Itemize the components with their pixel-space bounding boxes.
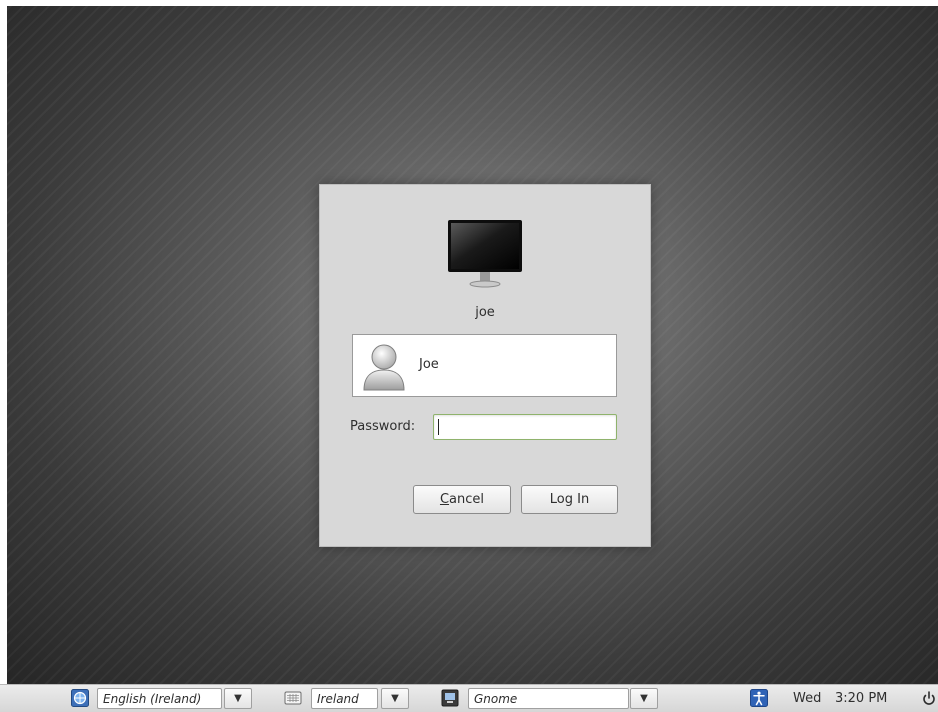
text-cursor xyxy=(438,419,439,435)
login-dialog: joe Joe Password: C ancel Log In xyxy=(319,184,651,547)
login-button[interactable]: Log In xyxy=(521,485,618,514)
password-label: Password: xyxy=(350,419,416,434)
session-icon xyxy=(441,689,459,707)
keyboard-layout-value: Ireland xyxy=(317,691,359,706)
clock-time: 3:20 PM xyxy=(835,691,888,706)
host-name-label: joe xyxy=(475,305,495,320)
cancel-button-label: ancel xyxy=(449,492,485,507)
desktop-background: joe Joe Password: C ancel Log In xyxy=(7,6,938,684)
login-button-label: Log In xyxy=(549,492,590,507)
language-dropdown-button[interactable]: ▼ xyxy=(224,688,252,709)
keyboard-dropdown-button[interactable]: ▼ xyxy=(381,688,409,709)
clock-day: Wed xyxy=(793,691,822,706)
cancel-mnemonic: C xyxy=(439,492,450,507)
computer-monitor-icon xyxy=(448,220,522,288)
session-dropdown-button[interactable]: ▼ xyxy=(630,688,658,709)
power-icon[interactable] xyxy=(922,689,936,707)
accessibility-icon[interactable] xyxy=(750,689,768,707)
user-list-item[interactable]: Joe xyxy=(353,335,616,396)
password-field[interactable] xyxy=(433,414,617,440)
keyboard-layout-selector[interactable]: Ireland xyxy=(311,688,378,709)
language-globe-icon xyxy=(71,689,89,707)
chevron-down-icon: ▼ xyxy=(234,693,242,704)
chevron-down-icon: ▼ xyxy=(391,693,399,704)
keyboard-icon xyxy=(284,691,302,705)
bottom-panel: English (Ireland) ▼ Ireland ▼ Gnome ▼ We… xyxy=(0,684,938,712)
user-avatar-icon xyxy=(363,344,405,391)
user-name-label: Joe xyxy=(419,357,439,372)
language-selector[interactable]: English (Ireland) xyxy=(97,688,222,709)
chevron-down-icon: ▼ xyxy=(640,693,648,704)
cancel-button[interactable]: Cancel xyxy=(413,485,511,514)
session-selector[interactable]: Gnome xyxy=(468,688,629,709)
session-value: Gnome xyxy=(474,691,518,706)
language-value: English (Ireland) xyxy=(103,691,202,706)
user-list[interactable]: Joe xyxy=(352,334,617,397)
